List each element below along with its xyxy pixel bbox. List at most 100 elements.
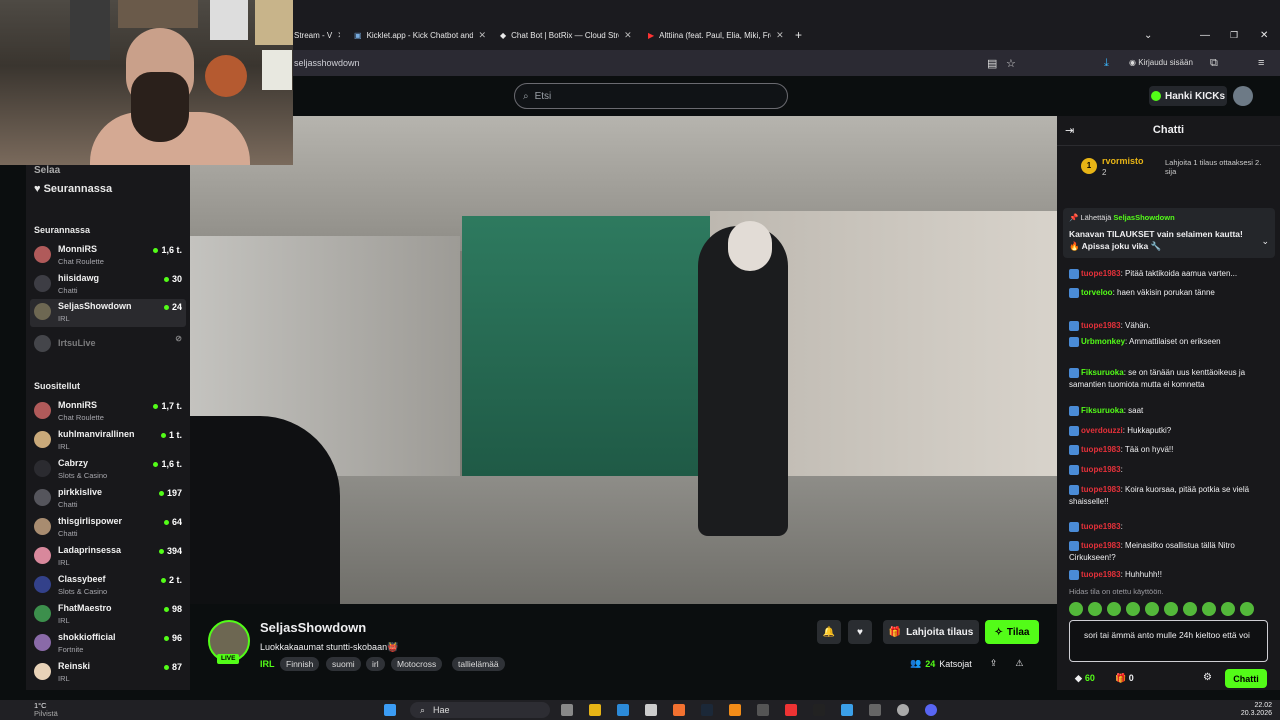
chat-username[interactable]: tuope1983 [1081,522,1121,531]
pinned-message[interactable]: 📌 Lähettäjä SeljasShowdown Kanavan TILAU… [1063,208,1275,258]
signin-button[interactable]: ◉ Kirjaudu sisään [1129,58,1193,67]
store-icon[interactable] [645,704,657,716]
weather-widget[interactable]: 1°C Pilvistä [34,702,58,718]
search-input[interactable]: ⌕ Etsi [514,83,788,109]
sidebar-channel-hiisidawg[interactable]: hiisidawg Chatti 30 [30,271,186,299]
sidebar-recommended-item[interactable]: thisgirlispower Chatti 64 [30,514,186,542]
sidebar-browse[interactable]: Selaa [34,165,60,176]
live-dot-icon [153,247,159,253]
sidebar-recommended-item[interactable]: Reinski IRL 87 [30,659,186,687]
chat-input[interactable]: sori tai ämmä anto mulle 24h kieltoo ett… [1069,620,1268,662]
tag-chip[interactable]: tallielämää [452,657,505,671]
chat-username[interactable]: tuope1983 [1081,465,1121,474]
expand-icon[interactable]: ⌄ [1261,236,1269,247]
get-kicks-button[interactable]: Hanki KICKs [1149,86,1227,106]
obs-icon[interactable] [897,704,909,716]
chat-username[interactable]: overdouzzi [1081,426,1123,435]
close-tab-icon[interactable]: ✕ [478,30,486,41]
report-icon[interactable]: ⚠ [1015,658,1023,669]
menu-icon[interactable]: ≡ [1258,57,1264,69]
tab-botrix[interactable]: ◆ Chat Bot | BotRix — Cloud Strea ✕ [500,26,632,44]
chat-username[interactable]: Fiksuruoka [1081,368,1124,377]
steam-icon[interactable] [701,704,713,716]
follow-button[interactable]: ♥ [848,620,872,644]
app-icon[interactable] [757,704,769,716]
start-icon[interactable] [384,704,396,716]
system-clock[interactable]: 22.02 20.3.2026 [1230,702,1272,718]
download-icon[interactable]: ⤓ [1104,57,1109,70]
sidebar-recommended-item[interactable]: pirkkislive Chatti 197 [30,485,186,513]
sidebar-recommended-item[interactable]: FhatMaestro IRL 98 [30,601,186,629]
app-icon[interactable] [869,704,881,716]
sidebar-following-nav[interactable]: ♥ Seurannassa [34,183,112,195]
chat-username[interactable]: tuope1983 [1081,570,1121,579]
sidebar-channel-irtsulive[interactable]: IrtsuLive ⊘ [30,331,186,359]
subscribe-button[interactable]: ✧ Tilaa [985,620,1039,644]
chat-username[interactable]: tuope1983 [1081,541,1121,550]
tab-youtube[interactable]: ▶ Alttiina (feat. Paul, Elia, Miki, Fre ✕ [648,26,784,44]
gift-sub-button[interactable]: 🎁 Lahjoita tilaus [883,620,979,644]
sidebar-recommended-item[interactable]: MonniRS Chat Roulette 1,7 t. [30,398,186,426]
minimize-icon[interactable]: — [1200,26,1210,44]
bookmark-star-icon[interactable]: ☆ [1006,57,1016,70]
user-avatar[interactable] [1233,86,1253,106]
sidebar-recommended-item[interactable]: shokkiofficial Fortnite 96 [30,630,186,658]
chat-username[interactable]: tuope1983 [1081,269,1121,278]
sidebar-recommended-item[interactable]: kuhlmanvirallinen IRL 1 t. [30,427,186,455]
app-icon[interactable] [841,704,853,716]
channel-points[interactable]: ◆ 60 [1075,673,1095,684]
address-field[interactable]: seljasshowdown [294,58,360,68]
chat-username[interactable]: Fiksuruoka [1081,406,1124,415]
emote-icon [1240,602,1254,616]
close-tab-icon[interactable]: ✕ [776,30,784,41]
chat-username[interactable]: tuope1983 [1081,321,1121,330]
gift-prompt[interactable]: Lahjoita 1 tilaus ottaaksesi 2. sija [1165,158,1273,176]
channel-name[interactable]: SeljasShowdown [260,620,366,635]
terminal-icon[interactable] [813,704,825,716]
maximize-icon[interactable]: ❐ [1230,26,1238,44]
chat-username[interactable]: torveloo [1081,288,1113,297]
discord-icon[interactable] [925,704,937,716]
close-window-icon[interactable]: ✕ [1260,26,1268,44]
taskbar-search[interactable]: ⌕ Hae [410,702,550,718]
task-view-icon[interactable] [561,704,573,716]
sidebar-recommended-item[interactable]: Ladaprinsessa IRL 394 [30,543,186,571]
gift-counter[interactable]: 🎁 0 [1115,673,1134,684]
firefox-icon[interactable] [673,704,685,716]
tab-stream[interactable]: Stream - V✕ [294,26,340,44]
live-dot-icon [163,635,169,641]
chat-username[interactable]: tuope1983 [1081,445,1121,454]
opera-icon[interactable] [785,704,797,716]
notification-bell-button[interactable]: 🔔 [817,620,841,644]
share-icon[interactable]: ⇪ [990,658,998,669]
tag-chip[interactable]: Motocross [391,657,443,671]
tab-list-icon[interactable]: ⌄ [1144,26,1152,44]
chat-username[interactable]: Urbmonkey [1081,337,1125,346]
sidebar-channel-seljasshowdown[interactable]: SeljasShowdown IRL 24 [30,299,186,327]
edge-icon[interactable] [617,704,629,716]
chat-username[interactable]: tuope1983 [1081,485,1121,494]
chat-message: Fiksuruoka: se on tänään uus kenttäoikeu… [1069,367,1246,389]
new-tab-button[interactable]: + [795,26,802,44]
file-explorer-icon[interactable] [589,704,601,716]
tag-chip[interactable]: Finnish [280,657,320,671]
tab-kicklet[interactable]: ▣ Kicklet.app - Kick Chatbot and G ✕ [354,26,486,44]
sidebar-recommended-item[interactable]: Classybeef Slots & Casino 2 t. [30,572,186,600]
close-tab-icon[interactable]: ✕ [624,30,632,41]
gifter-name[interactable]: rvormisto [1102,156,1144,166]
sidebar-recommended-item[interactable]: Cabrzy Slots & Casino 1,6 t. [30,456,186,484]
user-badge-icon [1069,444,1079,455]
vlc-icon[interactable] [729,704,741,716]
close-tab-icon[interactable]: ✕ [337,30,340,41]
video-player[interactable] [190,116,1057,604]
reader-view-icon[interactable]: ▤ [987,57,997,70]
kicks-icon [1150,91,1161,101]
tag-chip[interactable]: irl [366,657,385,671]
chat-send-button[interactable]: Chatti [1225,669,1267,688]
chat-settings-icon[interactable]: ⚙ [1203,672,1212,683]
emote-bar[interactable] [1069,602,1274,616]
stream-category[interactable]: IRL [260,659,275,669]
sidebar-channel-monnirs[interactable]: MonniRS Chat Roulette 1,6 t. [30,242,186,270]
tag-chip[interactable]: suomi [326,657,361,671]
extensions-icon[interactable]: ⧉ [1210,57,1218,70]
